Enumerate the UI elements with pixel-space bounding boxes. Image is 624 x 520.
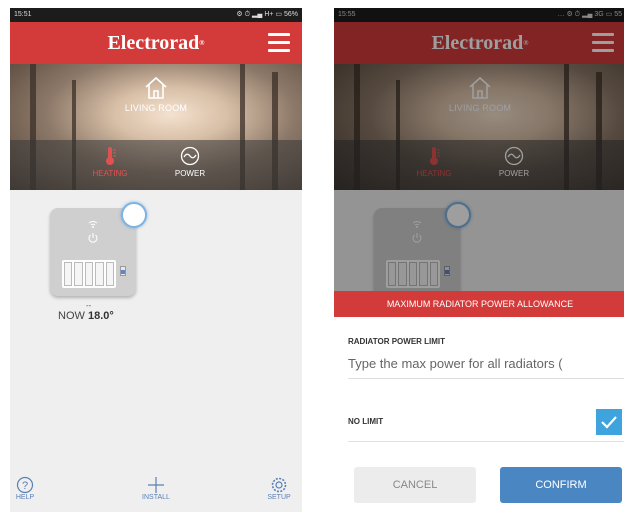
mode-bar: HEATING POWER (10, 140, 302, 190)
nav-setup-label: SETUP (267, 494, 291, 501)
now-value: 18.0° (87, 310, 114, 322)
app-header: Electrorad® (10, 22, 302, 64)
wifi-icon (88, 221, 98, 228)
room-selector[interactable]: LIVING ROOM (10, 76, 302, 113)
power-icon (88, 233, 98, 243)
status-icons: ⚙ ⏱ ▂▄ H+ ▭ 56% (236, 11, 298, 18)
power-wave-icon (180, 146, 200, 166)
radiator-dash: -- (86, 301, 92, 310)
help-icon: ? (16, 476, 34, 494)
bottom-nav: ? HELP INSTALL SETUP (10, 476, 302, 512)
menu-button[interactable] (268, 33, 290, 53)
modal-backdrop[interactable] (334, 8, 624, 291)
home-icon (145, 76, 167, 99)
room-hero: LIVING ROOM HEATING POWER (10, 64, 302, 190)
brand-name: Electrorad (107, 32, 200, 54)
no-limit-label: NO LIMIT (348, 417, 384, 426)
nav-help[interactable]: ? HELP (10, 476, 50, 501)
status-time: 15:51 (14, 11, 32, 18)
current-temperature: NOW 18.0° (58, 310, 114, 322)
gear-icon (271, 477, 287, 493)
radiator-toggle[interactable] (121, 202, 147, 228)
nav-install[interactable]: INSTALL (131, 476, 181, 501)
room-label: LIVING ROOM (124, 103, 188, 113)
no-limit-checkbox[interactable] (596, 409, 622, 435)
confirm-button[interactable]: CONFIRM (500, 467, 622, 503)
now-label: NOW (58, 310, 85, 322)
power-limit-dialog: MAXIMUM RADIATOR POWER ALLOWANCE RADIATO… (334, 291, 624, 512)
status-bar: 15:51 ⚙ ⏱ ▂▄ H+ ▭ 56% (10, 8, 302, 22)
phone-screen-main: 15:51 ⚙ ⏱ ▂▄ H+ ▭ 56% Electrorad® LIVING… (10, 8, 302, 512)
divider (348, 441, 624, 442)
nav-help-label: HELP (15, 494, 35, 501)
thermometer-icon (106, 147, 116, 165)
checkmark-icon (601, 416, 617, 429)
tab-power-label: POWER (174, 169, 206, 178)
cancel-button[interactable]: CANCEL (354, 467, 476, 503)
phone-screen-dialog: 15:55 … ⚙ ⏱ ▂▄ 3G ▭ 55 Electrorad® LIVIN… (334, 8, 624, 512)
nav-install-label: INSTALL (142, 494, 170, 501)
plus-icon (148, 477, 164, 493)
power-limit-label: RADIATOR POWER LIMIT (348, 337, 446, 346)
dialog-title: MAXIMUM RADIATOR POWER ALLOWANCE (334, 291, 624, 317)
tab-heating-label: HEATING (92, 169, 128, 178)
svg-text:?: ? (22, 480, 28, 492)
power-limit-input[interactable] (348, 349, 624, 379)
tab-heating[interactable]: HEATING (80, 146, 140, 178)
devices-area: -- NOW 18.0° (10, 190, 302, 512)
radiator-graphic (62, 260, 126, 288)
nav-setup[interactable]: SETUP (254, 476, 302, 501)
tab-power[interactable]: POWER (160, 146, 220, 178)
brand-logo: Electrorad® (107, 32, 205, 54)
